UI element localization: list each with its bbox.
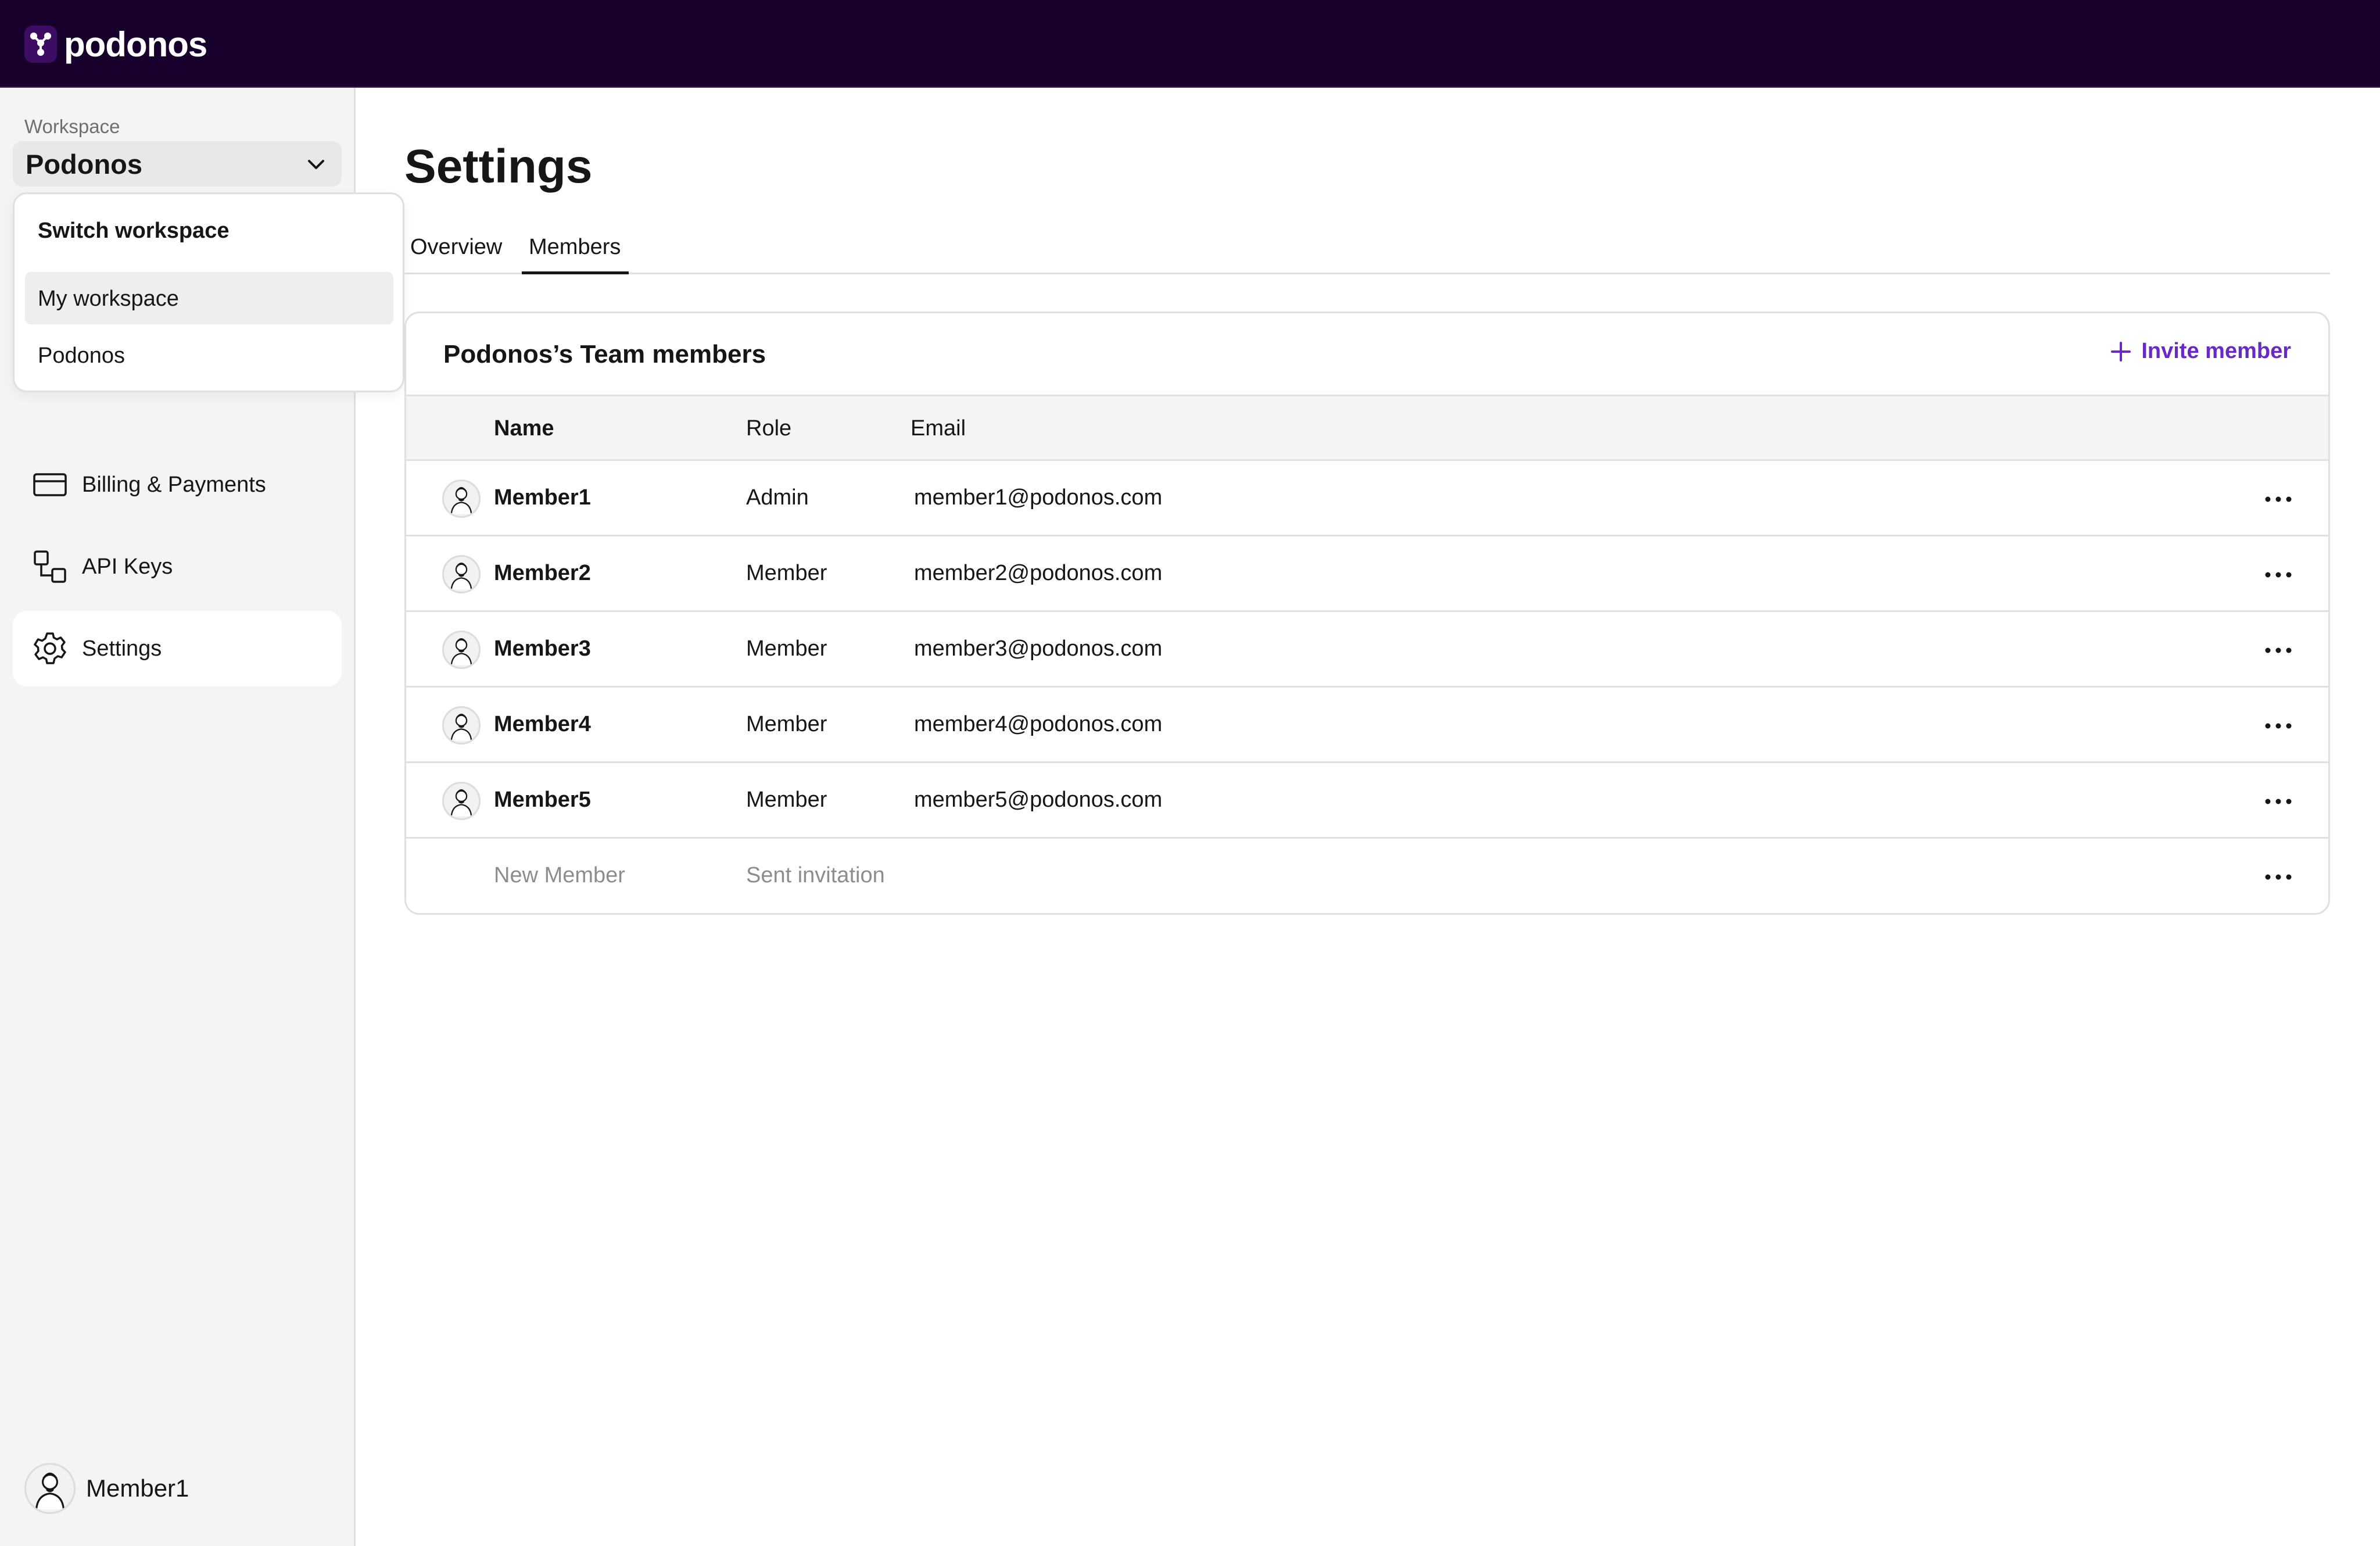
member-email: member4@podonos.com (914, 712, 1163, 736)
tab-members[interactable]: Members (522, 235, 629, 274)
current-user-name: Member1 (86, 1475, 189, 1502)
workspace-select-value: Podonos (26, 149, 143, 180)
credit-card-icon (33, 473, 67, 496)
invite-member-button[interactable]: Invite member (2110, 339, 2291, 364)
gear-icon (34, 632, 66, 664)
more-options-icon[interactable] (2262, 563, 2295, 586)
member-name: Member1 (494, 485, 591, 510)
avatar (24, 1463, 76, 1514)
sidebar-item-billing[interactable]: Billing & Payments (13, 447, 342, 523)
member-email: member3@podonos.com (914, 636, 1163, 661)
tab-overview[interactable]: Overview (410, 235, 504, 274)
member-role: Admin (746, 485, 809, 510)
table-row[interactable]: Member3 Member member3@podonos.com (406, 612, 2328, 688)
dropdown-option-label: Podonos (38, 343, 126, 368)
card-title: Podonos’s Team members (443, 340, 766, 368)
table-row[interactable]: Member2 Member member2@podonos.com (406, 536, 2328, 612)
member-name: Member4 (494, 712, 591, 736)
brand-name: podonos (64, 24, 207, 64)
more-options-icon[interactable] (2262, 865, 2295, 889)
table-row-pending-invite[interactable]: New Member Sent invitation (406, 839, 2328, 913)
current-user[interactable]: Member1 (24, 1463, 189, 1514)
tab-bar: Overview Members (404, 230, 2330, 274)
avatar (442, 479, 481, 518)
member-email: member2@podonos.com (914, 561, 1163, 585)
member-name: New Member (494, 863, 625, 887)
members-card: Podonos’s Team members Invite member Nam… (404, 312, 2330, 915)
workspace-label: Workspace (24, 116, 120, 137)
column-header-role[interactable]: Role (746, 416, 791, 441)
podonos-logo-icon (24, 26, 57, 63)
sidebar-item-label: API Keys (82, 554, 173, 579)
column-header-email[interactable]: Email (911, 416, 966, 441)
api-keys-icon (34, 550, 66, 583)
sidebar-item-api-keys[interactable]: API Keys (13, 529, 342, 604)
more-options-icon[interactable] (2262, 714, 2295, 738)
dropdown-option-my-workspace[interactable]: My workspace (25, 272, 393, 324)
more-options-icon[interactable] (2262, 790, 2295, 813)
dropdown-title: Switch workspace (38, 219, 230, 243)
more-options-icon[interactable] (2262, 488, 2295, 511)
avatar (442, 555, 481, 593)
member-role: Member (746, 788, 827, 812)
avatar (442, 782, 481, 820)
member-email: member1@podonos.com (914, 485, 1163, 510)
chevron-down-icon (308, 160, 324, 169)
member-email: member5@podonos.com (914, 788, 1163, 812)
member-role: Member (746, 636, 827, 661)
dropdown-option-label: My workspace (38, 287, 179, 311)
table-row[interactable]: Member4 Member member4@podonos.com (406, 688, 2328, 763)
member-name: Member5 (494, 788, 591, 812)
invitation-status: Sent invitation (746, 863, 885, 887)
member-name: Member3 (494, 636, 591, 661)
avatar (442, 631, 481, 669)
workspace-dropdown-menu: Switch workspace My workspace Podonos (13, 192, 404, 392)
page-title: Settings (404, 140, 593, 193)
brand-logo[interactable]: podonos (24, 22, 207, 66)
table-header: Name Role Email (406, 395, 2328, 461)
table-row[interactable]: Member1 Admin member1@podonos.com (406, 461, 2328, 536)
more-options-icon[interactable] (2262, 639, 2295, 662)
dropdown-option-podonos[interactable]: Podonos (25, 329, 393, 381)
member-role: Member (746, 561, 827, 585)
avatar (442, 706, 481, 745)
sidebar-item-label: Settings (82, 636, 162, 661)
plus-icon (2111, 341, 2131, 362)
top-bar: podonos (0, 0, 2380, 88)
member-name: Member2 (494, 561, 591, 585)
workspace-select[interactable]: Podonos (13, 141, 342, 187)
column-header-name[interactable]: Name (494, 416, 554, 441)
table-row[interactable]: Member5 Member member5@podonos.com (406, 763, 2328, 839)
invite-member-label: Invite member (2141, 339, 2291, 363)
member-role: Member (746, 712, 827, 736)
sidebar-item-label: Billing & Payments (82, 472, 266, 497)
sidebar-item-settings[interactable]: Settings (13, 611, 342, 686)
